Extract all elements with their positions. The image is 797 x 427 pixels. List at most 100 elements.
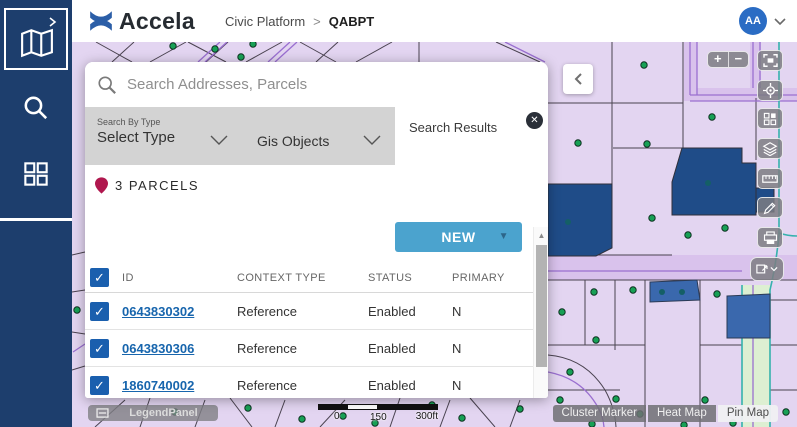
chevron-down-icon[interactable] [773, 17, 787, 26]
parcel-id-link[interactable]: 0643830306 [121, 341, 236, 356]
print-button[interactable] [757, 227, 783, 248]
app-window: Accela Civic Platform > QABPT AA [0, 0, 797, 427]
scale-label-middle: 150 [370, 412, 387, 423]
column-header-primary: PRIMARY [451, 272, 533, 284]
table-row: ✓ 0643830302 Reference Enabled N [85, 293, 533, 330]
basemap-button[interactable] [757, 108, 783, 129]
context-type-cell: Reference [236, 378, 367, 393]
grid-icon [23, 161, 49, 187]
print-icon [763, 231, 778, 245]
row-checkbox[interactable]: ✓ [90, 339, 109, 358]
close-icon[interactable]: ✕ [526, 112, 543, 129]
column-header-status: STATUS [367, 272, 451, 284]
minimize-icon [96, 408, 109, 418]
parcel-id-link[interactable]: 1860740002 [121, 378, 236, 393]
left-sidebar [0, 0, 72, 427]
breadcrumb-section[interactable]: Civic Platform [225, 14, 305, 29]
filter-dropdowns: Search By Type Select Type Gis Objects [85, 107, 395, 165]
pin-icon [95, 177, 108, 194]
locate-button[interactable] [757, 80, 783, 101]
tab-search-results[interactable]: Search Results ✕ [395, 107, 548, 165]
context-type-cell: Reference [236, 304, 367, 319]
draw-button[interactable] [757, 197, 783, 218]
scale-label-start: 0 [334, 411, 340, 422]
user-menu[interactable]: AA [739, 7, 787, 35]
full-extent-button[interactable] [757, 50, 783, 71]
primary-cell: N [451, 378, 533, 393]
gis-objects-dropdown[interactable]: Gis Objects [257, 133, 329, 149]
row-checkbox[interactable]: ✓ [90, 302, 109, 321]
result-count-row: 3 PARCELS [95, 177, 199, 194]
scroll-up-arrow[interactable]: ▲ [534, 229, 548, 243]
table-row: ✓ 0643830306 Reference Enabled N [85, 330, 533, 367]
search-results-tab-label: Search Results [409, 120, 497, 135]
top-header: Accela Civic Platform > QABPT AA [72, 0, 797, 42]
layers-button[interactable] [757, 138, 783, 159]
search-icon [22, 94, 50, 122]
breadcrumb-page: QABPT [329, 14, 375, 29]
status-cell: Enabled [367, 341, 451, 356]
full-extent-icon [763, 54, 778, 67]
avatar[interactable]: AA [739, 7, 767, 35]
scrollbar-thumb[interactable] [536, 245, 547, 367]
accela-logo-icon [88, 8, 114, 34]
result-count-label: 3 PARCELS [115, 178, 199, 193]
breadcrumb: Civic Platform > QABPT [225, 14, 374, 29]
select-tool-button[interactable] [750, 257, 784, 281]
breadcrumb-separator: > [313, 14, 321, 29]
brand-name: Accela [119, 8, 195, 35]
filter-bar: Search By Type Select Type Gis Objects S… [85, 107, 548, 165]
results-table: ✓ ID CONTEXT TYPE STATUS PRIMARY ✓ 06438… [85, 263, 533, 398]
search-by-type-dropdown[interactable]: Search By Type Select Type [97, 117, 175, 146]
legend-panel-button[interactable]: LegendPanel [88, 405, 218, 421]
collapse-panel-button[interactable] [563, 64, 593, 94]
table-row: ✓ 1860740002 Reference Enabled N [85, 367, 533, 398]
zoom-in-button[interactable]: + [708, 52, 729, 67]
chevron-down-icon[interactable] [362, 134, 382, 146]
measure-icon [762, 174, 778, 184]
new-button[interactable]: NEW ▼ [395, 222, 522, 252]
row-checkbox[interactable]: ✓ [90, 376, 109, 395]
map-mode-switcher: Cluster Marker Heat Map Pin Map [553, 405, 778, 422]
basemap-icon [763, 112, 777, 126]
search-by-type-label: Search By Type [97, 117, 175, 127]
chevron-left-icon [573, 72, 584, 86]
brand-logo: Accela [88, 8, 195, 35]
parcel-id-link[interactable]: 0643830302 [121, 304, 236, 319]
search-by-type-value: Select Type [97, 129, 175, 146]
sidebar-divider [0, 218, 72, 221]
legend-panel-label: LegendPanel [109, 407, 218, 419]
new-button-caret-icon[interactable]: ▼ [499, 231, 509, 242]
zoom-out-button[interactable]: − [729, 52, 749, 67]
mode-cluster-marker-button[interactable]: Cluster Marker [553, 405, 646, 422]
mode-pin-map-button[interactable]: Pin Map [718, 405, 778, 422]
primary-cell: N [451, 304, 533, 319]
search-panel: Search By Type Select Type Gis Objects S… [85, 62, 548, 398]
sidebar-item-apps[interactable] [0, 156, 72, 192]
zoom-control: + − [707, 51, 749, 68]
locate-icon [763, 83, 778, 98]
sidebar-item-map[interactable] [4, 8, 68, 70]
gis-objects-value: Gis Objects [257, 133, 329, 149]
chevron-down-icon[interactable] [209, 134, 229, 146]
column-header-id: ID [121, 272, 236, 284]
search-bar [85, 62, 548, 107]
pencil-icon [763, 201, 777, 215]
panel-scrollbar[interactable]: ▲ ▼ [533, 227, 548, 398]
table-header-row: ✓ ID CONTEXT TYPE STATUS PRIMARY [85, 263, 533, 293]
select-tool-icon [755, 262, 779, 276]
primary-cell: N [451, 341, 533, 356]
scale-label-end: 300ft [416, 411, 438, 422]
sidebar-item-search[interactable] [0, 90, 72, 126]
new-button-label: NEW [441, 229, 475, 245]
select-all-checkbox[interactable]: ✓ [90, 268, 109, 287]
mode-heat-map-button[interactable]: Heat Map [648, 405, 716, 422]
search-input[interactable] [127, 76, 457, 93]
layers-icon [762, 142, 778, 156]
scale-bar: 0 150 300ft [318, 404, 438, 426]
context-type-cell: Reference [236, 341, 367, 356]
column-header-context-type: CONTEXT TYPE [236, 272, 367, 284]
measure-button[interactable] [757, 168, 783, 189]
status-cell: Enabled [367, 304, 451, 319]
search-icon [97, 75, 117, 95]
